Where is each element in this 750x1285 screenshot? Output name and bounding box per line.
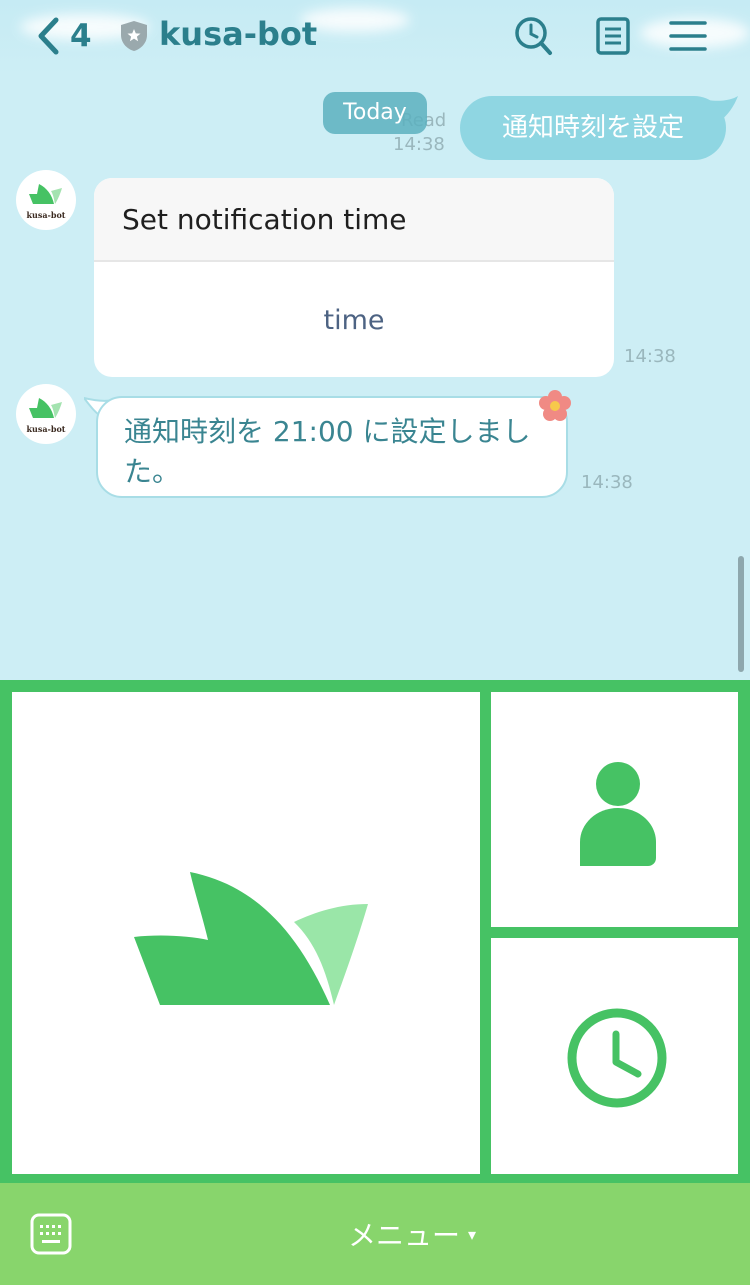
caret-down-icon: ▾ [468,1224,477,1244]
menu-label: メニュー [348,1219,461,1252]
received-message-bubble[interactable]: 通知時刻を 21:00 に設定しました。 [96,396,568,498]
menu-toggle-button[interactable]: メニュー ▾ [348,1213,476,1255]
card-title: Set notification time [94,178,614,262]
grass-logo-icon [29,398,62,418]
grass-logo-icon [134,872,368,1005]
sent-message-bubble[interactable]: 通知時刻を設定 [460,96,726,160]
search-icon[interactable] [513,16,553,56]
menu-bar: メニュー ▾ [0,1183,750,1285]
back-button[interactable]: 4 [36,14,92,58]
message-timestamp: 14:38 [581,472,633,493]
avatar[interactable]: kusa-bot [16,170,76,230]
keyboard-icon[interactable] [30,1213,72,1255]
avatar[interactable]: kusa-bot [16,384,76,444]
message-timestamp: 14:38 [624,346,676,367]
message-timestamp: 14:38 [393,134,445,155]
template-card: Set notification time time [94,178,614,377]
grass-logo-icon [29,184,62,204]
chat-title: kusa-bot [159,15,318,53]
avatar-label: kusa-bot [26,210,66,220]
chat-messages: Read 14:38 通知時刻を設定 Today kusa-bot Set no… [0,74,750,680]
unread-count: 4 [70,18,92,54]
shield-star-icon [121,21,147,51]
hamburger-menu-icon[interactable] [668,16,708,56]
rich-menu-time-button[interactable] [491,938,738,1174]
rich-menu [0,680,750,1183]
avatar-label: kusa-bot [26,424,66,434]
clock-icon [567,1008,667,1108]
rich-menu-profile-button[interactable] [491,692,738,927]
notes-icon[interactable] [593,16,633,56]
rich-menu-home-button[interactable] [12,692,480,1174]
flower-icon [539,390,571,421]
chevron-left-icon [38,17,59,55]
chat-scrollbar[interactable] [738,556,744,672]
date-separator: Today [323,92,427,134]
person-icon [580,762,656,866]
card-action-button[interactable]: time [94,262,614,375]
chat-header: 4 kusa-bot [0,0,750,74]
